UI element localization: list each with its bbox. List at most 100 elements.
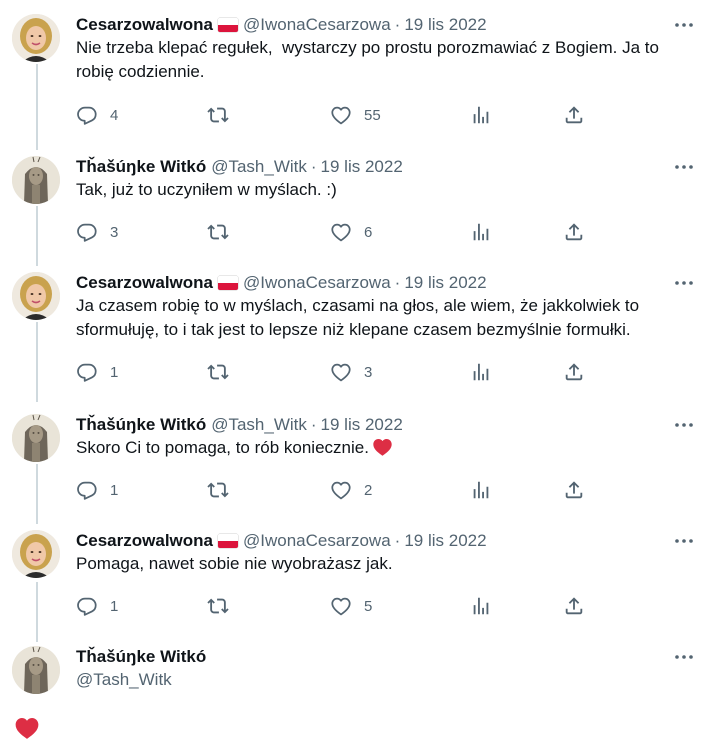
tweet-actions: 3 6 bbox=[76, 220, 696, 244]
poland-flag-icon bbox=[218, 18, 238, 32]
retweet-button[interactable] bbox=[207, 103, 229, 127]
more-horizontal-icon bbox=[675, 23, 693, 27]
author-name[interactable]: Tȟašúŋke Witkó bbox=[76, 647, 206, 667]
timestamp[interactable]: 19 lis 2022 bbox=[321, 157, 403, 177]
author-handle[interactable]: @IwonaCesarzowa bbox=[243, 531, 391, 551]
share-button[interactable] bbox=[563, 360, 585, 384]
timestamp[interactable]: 19 lis 2022 bbox=[404, 531, 486, 551]
reply-thread: Cesarzowalwona @IwonaCesarzowa · 19 lis … bbox=[0, 0, 708, 749]
author-handle[interactable]: @Tash_Witk bbox=[76, 670, 696, 690]
retweet-button[interactable] bbox=[207, 360, 229, 384]
tweet-text: Nie trzeba klepać regułek, wystarczy po … bbox=[76, 38, 664, 81]
share-button[interactable] bbox=[563, 103, 585, 127]
reply-button[interactable]: 1 bbox=[76, 594, 118, 618]
thread-line bbox=[36, 322, 38, 402]
tweet-text: Tak, już to uczyniłem w myślach. :) bbox=[76, 180, 337, 199]
views-chart-icon bbox=[473, 597, 489, 615]
tweet-text: Skoro Ci to pomaga, to rób koniecznie. bbox=[76, 436, 696, 464]
like-button[interactable]: 6 bbox=[330, 220, 372, 244]
heart-outline-icon bbox=[331, 223, 351, 242]
share-button[interactable] bbox=[563, 594, 585, 618]
red-heart-icon bbox=[372, 437, 393, 464]
views-button[interactable] bbox=[470, 220, 492, 244]
reply-button[interactable]: 3 bbox=[76, 220, 118, 244]
author-handle[interactable]: @IwonaCesarzowa bbox=[243, 15, 391, 35]
more-horizontal-icon bbox=[675, 539, 693, 543]
avatar[interactable] bbox=[12, 156, 60, 204]
like-button[interactable]: 5 bbox=[330, 594, 372, 618]
tweet-text: Ja czasem robię to w myślach, czasami na… bbox=[76, 296, 644, 339]
author-name[interactable]: Cesarzowalwona bbox=[76, 531, 213, 551]
more-options-button[interactable] bbox=[672, 156, 696, 178]
author-name[interactable]: Tȟašúŋke Witkó bbox=[76, 415, 206, 435]
timestamp[interactable]: 19 lis 2022 bbox=[404, 273, 486, 293]
views-button[interactable] bbox=[470, 103, 492, 127]
tweet-text-content: Skoro Ci to pomaga, to rób koniecznie. bbox=[76, 438, 369, 457]
retweet-icon bbox=[207, 364, 229, 380]
more-horizontal-icon bbox=[675, 281, 693, 285]
timestamp[interactable]: 19 lis 2022 bbox=[404, 15, 486, 35]
author-name[interactable]: Cesarzowalwona bbox=[76, 15, 213, 35]
share-icon bbox=[565, 363, 583, 381]
views-chart-icon bbox=[473, 223, 489, 241]
like-button[interactable]: 2 bbox=[330, 478, 372, 502]
timestamp[interactable]: 19 lis 2022 bbox=[321, 415, 403, 435]
views-button[interactable] bbox=[470, 478, 492, 502]
author-handle[interactable]: @IwonaCesarzowa bbox=[243, 273, 391, 293]
views-chart-icon bbox=[473, 363, 489, 381]
more-options-button[interactable] bbox=[672, 414, 696, 436]
retweet-button[interactable] bbox=[207, 594, 229, 618]
share-button[interactable] bbox=[563, 220, 585, 244]
retweet-icon bbox=[207, 107, 229, 123]
views-chart-icon bbox=[473, 106, 489, 124]
poland-flag-icon bbox=[218, 276, 238, 290]
separator-dot: · bbox=[310, 157, 317, 176]
author-handle[interactable]: @Tash_Witk bbox=[211, 157, 307, 177]
reply-count: 1 bbox=[110, 481, 119, 499]
tweet-header: Cesarzowalwona @IwonaCesarzowa · 19 lis … bbox=[76, 530, 696, 552]
tweet-actions: 1 5 bbox=[76, 594, 696, 618]
woman-avatar-image bbox=[12, 14, 60, 62]
reply-count: 3 bbox=[110, 223, 119, 241]
reply-icon bbox=[77, 223, 97, 242]
avatar[interactable] bbox=[12, 272, 60, 320]
share-button[interactable] bbox=[563, 478, 585, 502]
tweet-actions: 1 3 bbox=[76, 360, 696, 384]
avatar[interactable] bbox=[12, 646, 60, 694]
more-horizontal-icon bbox=[675, 423, 693, 427]
sepia-man-avatar-image bbox=[12, 156, 60, 204]
retweet-button[interactable] bbox=[207, 220, 229, 244]
separator-dot: · bbox=[394, 273, 401, 292]
more-options-button[interactable] bbox=[672, 14, 696, 36]
avatar[interactable] bbox=[12, 14, 60, 62]
views-button[interactable] bbox=[470, 360, 492, 384]
share-icon bbox=[565, 106, 583, 124]
like-button[interactable]: 3 bbox=[330, 360, 372, 384]
heart-outline-icon bbox=[331, 363, 351, 382]
avatar[interactable] bbox=[12, 530, 60, 578]
reply-button[interactable]: 1 bbox=[76, 478, 118, 502]
reply-button[interactable]: 1 bbox=[76, 360, 118, 384]
woman-avatar-image bbox=[12, 530, 60, 578]
author-name[interactable]: Tȟašúŋke Witkó bbox=[76, 157, 206, 177]
tweet-header: Tȟašúŋke Witkó @Tash_Witk · 19 lis 2022 bbox=[76, 414, 696, 436]
author-name[interactable]: Cesarzowalwona bbox=[76, 273, 213, 293]
tweet-header: Tȟašúŋke Witkó @Tash_Witk · 19 lis 2022 bbox=[76, 156, 696, 178]
reply-count: 4 bbox=[110, 106, 119, 124]
red-heart-icon bbox=[14, 716, 40, 745]
thread-line bbox=[36, 464, 38, 524]
reply-icon bbox=[77, 106, 97, 125]
like-button[interactable]: 55 bbox=[330, 103, 381, 127]
retweet-button[interactable] bbox=[207, 478, 229, 502]
more-options-button[interactable] bbox=[672, 272, 696, 294]
reply-button[interactable]: 4 bbox=[76, 103, 118, 127]
more-horizontal-icon bbox=[675, 655, 693, 659]
like-count: 5 bbox=[364, 597, 373, 615]
more-horizontal-icon bbox=[675, 165, 693, 169]
tweet-header: Cesarzowalwona @IwonaCesarzowa · 19 lis … bbox=[76, 272, 696, 294]
author-handle[interactable]: @Tash_Witk bbox=[211, 415, 307, 435]
more-options-button[interactable] bbox=[672, 530, 696, 552]
avatar[interactable] bbox=[12, 414, 60, 462]
more-options-button[interactable] bbox=[672, 646, 696, 668]
views-button[interactable] bbox=[470, 594, 492, 618]
